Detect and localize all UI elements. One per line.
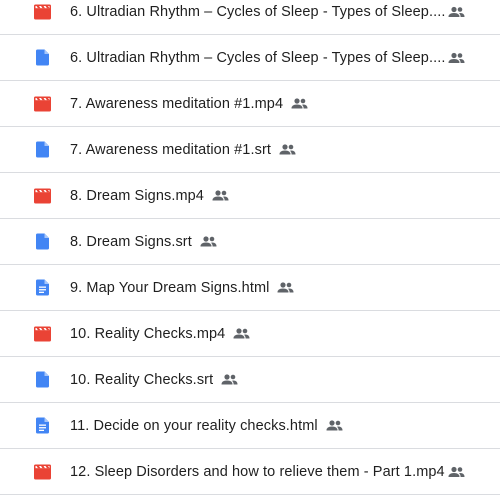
file-name-wrap: 7. Awareness meditation #1.srt bbox=[70, 142, 296, 158]
file-name: 9. Map Your Dream Signs.html bbox=[70, 279, 270, 296]
file-name: 10. Reality Checks.srt bbox=[70, 371, 214, 388]
file-name: 7. Awareness meditation #1.srt bbox=[70, 141, 272, 158]
document-icon bbox=[34, 417, 51, 434]
file-row[interactable]: 12. Sleep Disorders and how to relieve t… bbox=[0, 449, 500, 495]
file-row[interactable]: 11. Decide on your reality checks.html bbox=[0, 403, 500, 449]
file-name: 8. Dream Signs.mp4 bbox=[70, 187, 204, 204]
file-name-wrap: 8. Dream Signs.mp4 bbox=[70, 188, 229, 204]
shared-people-icon bbox=[279, 144, 296, 155]
video-icon bbox=[34, 463, 51, 480]
file-icon bbox=[34, 141, 51, 158]
file-name: 11. Decide on your reality checks.html bbox=[70, 417, 318, 434]
file-row[interactable]: 7. Awareness meditation #1.srt bbox=[0, 127, 500, 173]
file-icon bbox=[34, 371, 51, 388]
shared-people-icon bbox=[233, 328, 250, 339]
document-icon bbox=[34, 279, 51, 296]
file-name: 7. Awareness meditation #1.mp4 bbox=[70, 95, 284, 112]
shared-people-icon bbox=[291, 98, 308, 109]
shared-people-icon bbox=[448, 466, 465, 477]
shared-people-icon bbox=[200, 236, 217, 247]
file-row[interactable]: 8. Dream Signs.srt bbox=[0, 219, 500, 265]
file-name-wrap: 11. Decide on your reality checks.html bbox=[70, 418, 343, 434]
shared-people-icon bbox=[448, 52, 465, 63]
video-icon bbox=[34, 325, 51, 342]
file-row[interactable]: 6. Ultradian Rhythm – Cycles of Sleep - … bbox=[0, 0, 500, 35]
file-name-wrap: 12. Sleep Disorders and how to relieve t… bbox=[70, 464, 445, 480]
file-name-wrap: 6. Ultradian Rhythm – Cycles of Sleep - … bbox=[70, 4, 445, 20]
file-icon bbox=[34, 233, 51, 250]
shared-people-icon bbox=[277, 282, 294, 293]
shared-people-icon bbox=[221, 374, 238, 385]
shared-people-icon bbox=[326, 420, 343, 431]
shared-people-icon bbox=[448, 6, 465, 17]
file-row[interactable]: 8. Dream Signs.mp4 bbox=[0, 173, 500, 219]
video-icon bbox=[34, 95, 51, 112]
file-name: 6. Ultradian Rhythm – Cycles of Sleep - … bbox=[70, 3, 446, 20]
file-row[interactable]: 6. Ultradian Rhythm – Cycles of Sleep - … bbox=[0, 35, 500, 81]
file-name-wrap: 8. Dream Signs.srt bbox=[70, 234, 217, 250]
file-name: 10. Reality Checks.mp4 bbox=[70, 325, 226, 342]
file-name-wrap: 7. Awareness meditation #1.mp4 bbox=[70, 96, 308, 112]
file-row[interactable]: 10. Reality Checks.srt bbox=[0, 357, 500, 403]
video-icon bbox=[34, 3, 51, 20]
file-icon bbox=[34, 49, 51, 66]
file-name: 6. Ultradian Rhythm – Cycles of Sleep - … bbox=[70, 49, 446, 66]
file-row[interactable]: 10. Reality Checks.mp4 bbox=[0, 311, 500, 357]
file-name-wrap: 9. Map Your Dream Signs.html bbox=[70, 280, 294, 296]
file-name-wrap: 6. Ultradian Rhythm – Cycles of Sleep - … bbox=[70, 50, 445, 66]
file-row[interactable]: 9. Map Your Dream Signs.html bbox=[0, 265, 500, 311]
video-icon bbox=[34, 187, 51, 204]
file-name-wrap: 10. Reality Checks.mp4 bbox=[70, 326, 250, 342]
file-name: 12. Sleep Disorders and how to relieve t… bbox=[70, 463, 445, 480]
file-row[interactable]: 7. Awareness meditation #1.mp4 bbox=[0, 81, 500, 127]
file-name: 8. Dream Signs.srt bbox=[70, 233, 192, 250]
file-list: 6. Ultradian Rhythm – Cycles of Sleep - … bbox=[0, 0, 500, 495]
shared-people-icon bbox=[212, 190, 229, 201]
file-name-wrap: 10. Reality Checks.srt bbox=[70, 372, 238, 388]
